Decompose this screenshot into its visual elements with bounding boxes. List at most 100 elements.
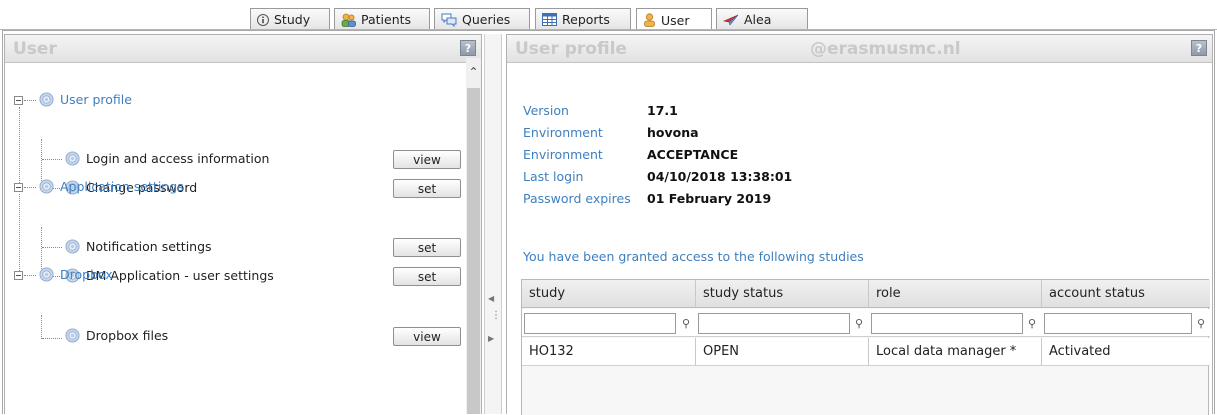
info-row-last-login: Last login 04/10/2018 13:38:01 <box>523 169 792 184</box>
tree-node-label: Application settings <box>60 179 184 194</box>
tree-line <box>19 194 20 277</box>
column-header-role[interactable]: role <box>869 280 1042 307</box>
info-value: 04/10/2018 13:38:01 <box>647 169 793 184</box>
tab-label: Queries <box>462 12 511 27</box>
info-key: Password expires <box>523 191 631 206</box>
info-row-version: Version 17.1 <box>523 103 678 118</box>
column-header-study-status[interactable]: study status <box>696 280 869 307</box>
tab-user[interactable]: User <box>636 8 712 31</box>
login-access-view-button[interactable]: view <box>393 150 461 169</box>
tree-node-login-access[interactable]: Login and access information <box>65 151 269 166</box>
tab-reports[interactable]: Reports <box>535 8 631 30</box>
dropbox-files-view-button[interactable]: view <box>393 327 461 346</box>
tree-node-application-settings[interactable]: Application settings <box>39 179 184 194</box>
settings-tree: User profile Login and access informatio… <box>5 65 465 411</box>
tab-label: Study <box>274 12 311 27</box>
info-value: ACCEPTANCE <box>647 147 739 162</box>
scrollbar-thumb[interactable] <box>467 88 480 414</box>
tree-node-notification-settings[interactable]: Notification settings <box>65 239 212 254</box>
gear-icon <box>39 267 54 282</box>
collapse-toggle-application-settings[interactable] <box>14 183 23 192</box>
table-cell: Activated <box>1049 344 1111 359</box>
tree-node-label: Dropbox <box>60 267 113 282</box>
info-row-environment: Environment hovona <box>523 125 699 140</box>
patients-icon <box>341 13 356 27</box>
table-cell: HO132 <box>522 338 696 365</box>
info-value: 01 February 2019 <box>647 191 772 206</box>
collapse-left-icon[interactable]: ◀ <box>488 294 494 303</box>
table-header: study study status role account status <box>522 280 1210 308</box>
study-filter-input[interactable] <box>524 313 676 334</box>
user-domain: @erasmusmc.nl <box>810 39 961 59</box>
table-row[interactable]: HO132 OPEN Local data manager * Activate… <box>522 338 1210 366</box>
tree-line <box>42 338 62 339</box>
filter-icon[interactable]: ⚲ <box>680 315 692 331</box>
tree-node-user-profile[interactable]: User profile <box>39 92 132 107</box>
reports-icon <box>542 13 557 26</box>
panel-title: User <box>13 39 57 59</box>
info-icon <box>257 13 269 26</box>
tree-node-label: User profile <box>60 92 132 107</box>
change-password-set-button[interactable]: set <box>393 179 461 198</box>
panel-header: User profile @erasmusmc.nl ? <box>507 35 1212 63</box>
gear-icon <box>65 151 80 166</box>
tree-line <box>42 247 62 248</box>
filter-icon[interactable]: ⚲ <box>853 315 865 331</box>
tree-line <box>24 275 36 276</box>
tree-line <box>24 100 36 101</box>
tab-label: Reports <box>562 12 610 27</box>
info-row-password-expires: Password expires 01 February 2019 <box>523 191 771 206</box>
tab-label: User <box>661 12 690 28</box>
scroll-up-icon[interactable]: ⌃ <box>466 58 481 86</box>
info-key: Last login <box>523 169 584 184</box>
tab-queries[interactable]: Queries <box>434 8 530 30</box>
tree-scrollbar[interactable]: ⌃ <box>466 58 481 414</box>
role-filter-input[interactable] <box>871 313 1023 334</box>
help-icon[interactable]: ? <box>460 40 476 56</box>
dm-application-settings-set-button[interactable]: set <box>393 267 461 286</box>
tree-line <box>19 107 20 189</box>
notification-settings-set-button[interactable]: set <box>393 238 461 257</box>
filter-icon[interactable]: ⚲ <box>1026 315 1038 331</box>
alea-icon <box>723 14 739 26</box>
gear-icon <box>39 179 54 194</box>
info-value: 17.1 <box>647 103 678 118</box>
user-menu-panel: User ? User profile Login and access inf… <box>4 34 482 414</box>
top-tab-bar: Study Patients Queries Reports User Alea <box>0 0 1217 31</box>
tree-node-dropbox-files[interactable]: Dropbox files <box>65 328 168 343</box>
tree-node-label: Dropbox files <box>86 328 169 343</box>
help-icon[interactable]: ? <box>1191 40 1207 56</box>
tree-node-label: DM Application - user settings <box>86 268 274 283</box>
tree-line <box>24 187 36 188</box>
queries-icon <box>441 13 457 27</box>
granted-studies-text: You have been granted access to the foll… <box>523 249 864 264</box>
info-key: Environment <box>523 125 603 140</box>
gear-icon <box>65 239 80 254</box>
collapse-toggle-dropbox[interactable] <box>14 271 23 280</box>
tree-node-dropbox[interactable]: Dropbox <box>39 267 113 282</box>
tab-study[interactable]: Study <box>250 8 330 30</box>
info-key: Version <box>523 103 569 118</box>
gear-icon <box>39 92 54 107</box>
panel-splitter[interactable]: ◀ ⋮ ▶ <box>484 34 502 414</box>
table-cell: Local data manager * <box>869 338 1042 365</box>
column-header-study[interactable]: study <box>522 280 696 307</box>
gear-icon <box>65 328 80 343</box>
tab-alea[interactable]: Alea <box>716 8 808 30</box>
info-key: Environment <box>523 147 603 162</box>
tab-label: Patients <box>361 12 412 27</box>
drag-handle-icon[interactable]: ⋮ <box>491 310 501 321</box>
column-header-account-status[interactable]: account status <box>1042 280 1210 307</box>
panel-header: User ? <box>5 35 481 63</box>
filter-icon[interactable]: ⚲ <box>1195 315 1207 331</box>
expand-right-icon[interactable]: ▶ <box>488 334 494 343</box>
tab-patients[interactable]: Patients <box>334 8 430 30</box>
info-row-environment-type: Environment ACCEPTANCE <box>523 147 738 162</box>
user-profile-panel: User profile @erasmusmc.nl ? Version 17.… <box>506 34 1213 415</box>
panel-title: User profile <box>515 39 627 59</box>
tree-line <box>42 159 62 160</box>
collapse-toggle-user-profile[interactable] <box>14 96 23 105</box>
account-status-filter-input[interactable] <box>1044 313 1192 334</box>
tree-node-label: Login and access information <box>86 151 270 166</box>
study-status-filter-input[interactable] <box>698 313 850 334</box>
